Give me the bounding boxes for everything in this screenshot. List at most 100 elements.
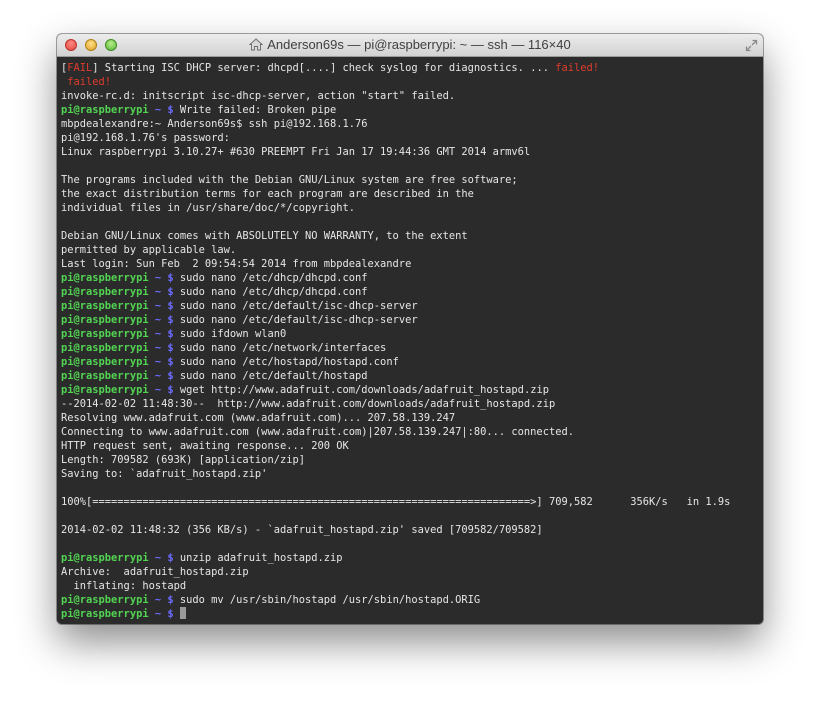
title-bar[interactable]: Anderson69s — pi@raspberrypi: ~ — ssh — …: [57, 34, 763, 57]
terminal-line: mbpdealexandre:~ Anderson69s$ ssh pi@192…: [61, 117, 763, 131]
command-text: sudo nano /etc/default/isc-dhcp-server: [179, 300, 418, 312]
home-icon: [249, 38, 264, 51]
terminal-line: pi@raspberrypi ~ $ sudo nano /etc/dhcp/d…: [61, 271, 763, 285]
output-text: mbpdealexandre:~ Anderson69s$ ssh pi@192…: [61, 118, 368, 130]
command-text: sudo nano /etc/network/interfaces: [179, 342, 387, 354]
output-text: individual files in /usr/share/doc/*/cop…: [61, 202, 356, 214]
prompt-path: ~ $: [148, 286, 180, 298]
output-text: Length: 709582 (693K) [application/zip]: [61, 454, 305, 466]
prompt-user: pi@raspberrypi: [61, 314, 149, 326]
terminal-line: Length: 709582 (693K) [application/zip]: [61, 453, 763, 467]
terminal-line: pi@raspberrypi ~ $ unzip adafruit_hostap…: [61, 551, 763, 565]
terminal-line: invoke-rc.d: initscript isc-dhcp-server,…: [61, 89, 763, 103]
terminal-line: Connecting to www.adafruit.com (www.adaf…: [61, 425, 763, 439]
output-text: Resolving www.adafruit.com (www.adafruit…: [61, 412, 456, 424]
output-text: HTTP request sent, awaiting response... …: [61, 440, 349, 452]
prompt-path: ~ $: [148, 342, 180, 354]
command-text: wget http://www.adafruit.com/downloads/a…: [179, 384, 549, 396]
prompt-user: pi@raspberrypi: [61, 370, 149, 382]
output-text: Connecting to www.adafruit.com (www.adaf…: [61, 426, 574, 438]
output-text: pi@192.168.1.76's password:: [61, 132, 230, 144]
terminal-line: permitted by applicable law.: [61, 243, 763, 257]
prompt-user: pi@raspberrypi: [61, 384, 149, 396]
output-text: the exact distribution terms for each pr…: [61, 188, 474, 200]
terminal-line: failed!: [61, 75, 763, 89]
prompt-path: ~ $: [148, 552, 180, 564]
prompt-path: ~ $: [148, 104, 180, 116]
terminal-line: pi@raspberrypi ~ $ sudo nano /etc/networ…: [61, 341, 763, 355]
output-text: invoke-rc.d: initscript isc-dhcp-server,…: [61, 90, 456, 102]
prompt-user: pi@raspberrypi: [61, 608, 149, 620]
prompt-path: ~ $: [148, 370, 180, 382]
output-text: 2014-02-02 11:48:32 (356 KB/s) - `adafru…: [61, 524, 543, 536]
prompt-user: pi@raspberrypi: [61, 594, 149, 606]
command-text: sudo nano /etc/dhcp/dhcpd.conf: [179, 286, 368, 298]
prompt-user: pi@raspberrypi: [61, 286, 149, 298]
terminal-line: 2014-02-02 11:48:32 (356 KB/s) - `adafru…: [61, 523, 763, 537]
prompt-path: ~ $: [148, 384, 180, 396]
terminal-line: Archive: adafruit_hostapd.zip: [61, 565, 763, 579]
prompt-path: ~ $: [148, 594, 180, 606]
command-text: sudo nano /etc/default/isc-dhcp-server: [179, 314, 418, 326]
output-text: inflating: hostapd: [61, 580, 187, 592]
terminal-line: The programs included with the Debian GN…: [61, 173, 763, 187]
terminal-line: pi@raspberrypi ~ $ sudo nano /etc/defaul…: [61, 369, 763, 383]
prompt-path: ~ $: [148, 300, 180, 312]
terminal-line: pi@raspberrypi ~ $ wget http://www.adafr…: [61, 383, 763, 397]
prompt-path: ~ $: [148, 356, 180, 368]
output-text: Linux raspberrypi 3.10.27+ #630 PREEMPT …: [61, 146, 531, 158]
terminal-line: pi@raspberrypi ~ $ sudo nano /etc/defaul…: [61, 299, 763, 313]
output-text: Saving to: `adafruit_hostapd.zip': [61, 468, 268, 480]
fail-message: ] Starting ISC DHCP server: dhcpd[....] …: [92, 62, 556, 74]
prompt-path: ~ $: [148, 328, 180, 340]
text-cursor[interactable]: [179, 607, 186, 619]
prompt-path: ~ $: [148, 608, 180, 620]
terminal-line: Resolving www.adafruit.com (www.adafruit…: [61, 411, 763, 425]
terminal-line: pi@raspberrypi ~ $: [61, 607, 763, 621]
terminal-line: Saving to: `adafruit_hostapd.zip': [61, 467, 763, 481]
command-text: sudo nano /etc/hostapd/hostapd.conf: [179, 356, 399, 368]
fail-tag: FAIL: [67, 62, 93, 74]
command-text: unzip adafruit_hostapd.zip: [179, 552, 343, 564]
prompt-user: pi@raspberrypi: [61, 104, 149, 116]
prompt-user: pi@raspberrypi: [61, 552, 149, 564]
prompt-user: pi@raspberrypi: [61, 342, 149, 354]
output-text: Debian GNU/Linux comes with ABSOLUTELY N…: [61, 230, 468, 242]
output-text: 100%[===================================…: [61, 496, 731, 508]
prompt-user: pi@raspberrypi: [61, 328, 149, 340]
terminal-line: pi@raspberrypi ~ $ sudo ifdown wlan0: [61, 327, 763, 341]
terminal-line: [FAIL] Starting ISC DHCP server: dhcpd[.…: [61, 61, 763, 75]
command-text: sudo nano /etc/default/hostapd: [179, 370, 368, 382]
failed-status: failed!: [61, 76, 112, 88]
window-title-container: Anderson69s — pi@raspberrypi: ~ — ssh — …: [57, 37, 763, 53]
prompt-path: ~ $: [148, 314, 180, 326]
terminal-line: Last login: Sun Feb 2 09:54:54 2014 from…: [61, 257, 763, 271]
terminal-line: individual files in /usr/share/doc/*/cop…: [61, 201, 763, 215]
fullscreen-icon[interactable]: [745, 39, 758, 52]
terminal-line: 100%[===================================…: [61, 495, 763, 509]
prompt-user: pi@raspberrypi: [61, 272, 149, 284]
failed-status: failed!: [555, 62, 600, 74]
output-text: Archive: adafruit_hostapd.zip: [61, 566, 249, 578]
output-text: permitted by applicable law.: [61, 244, 237, 256]
terminal-line: pi@raspberrypi ~ $ sudo mv /usr/sbin/hos…: [61, 593, 763, 607]
prompt-user: pi@raspberrypi: [61, 356, 149, 368]
output-text: --2014-02-02 11:48:30-- http://www.adafr…: [61, 398, 556, 410]
terminal-output[interactable]: [FAIL] Starting ISC DHCP server: dhcpd[.…: [57, 57, 763, 624]
terminal-line: pi@raspberrypi ~ $ Write failed: Broken …: [61, 103, 763, 117]
terminal-line: HTTP request sent, awaiting response... …: [61, 439, 763, 453]
terminal-line: pi@raspberrypi ~ $ sudo nano /etc/dhcp/d…: [61, 285, 763, 299]
terminal-line: Debian GNU/Linux comes with ABSOLUTELY N…: [61, 229, 763, 243]
output-text: The programs included with the Debian GN…: [61, 174, 518, 186]
prompt-user: pi@raspberrypi: [61, 300, 149, 312]
command-text: sudo ifdown wlan0: [179, 328, 287, 340]
command-text: sudo mv /usr/sbin/hostapd /usr/sbin/host…: [179, 594, 481, 606]
command-text: sudo nano /etc/dhcp/dhcpd.conf: [179, 272, 368, 284]
command-text: Write failed: Broken pipe: [179, 104, 337, 116]
terminal-line: Linux raspberrypi 3.10.27+ #630 PREEMPT …: [61, 145, 763, 159]
